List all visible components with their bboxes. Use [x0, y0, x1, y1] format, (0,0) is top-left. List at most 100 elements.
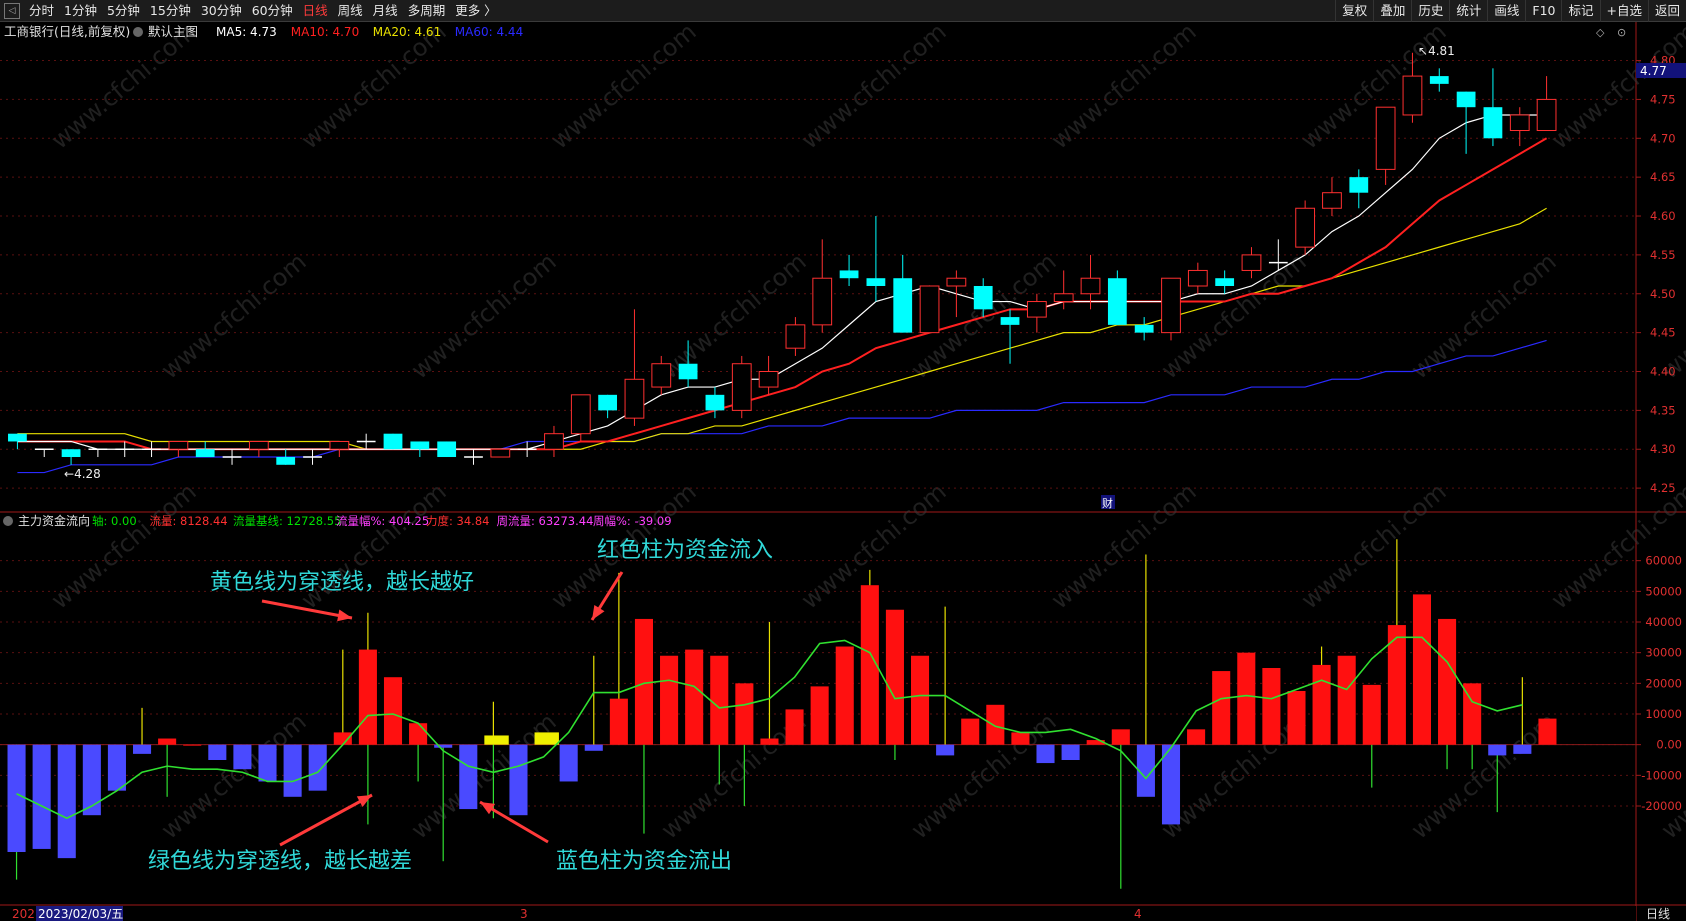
flow-bar — [1061, 744, 1080, 760]
price-tick-label: 4.50 — [1650, 287, 1676, 301]
flow-bar — [1513, 744, 1532, 754]
flow-tick-label: 30000 — [1645, 646, 1682, 660]
indicator-value-2: 流量基线: 12728.55 — [233, 514, 341, 528]
flow-bar — [484, 735, 509, 745]
template-dropdown-icon[interactable] — [133, 27, 143, 37]
price-tick-label: 4.45 — [1650, 326, 1676, 340]
annotation-green-line: 绿色线为穿透线，越长越差 — [148, 849, 412, 874]
flow-bar — [158, 738, 177, 745]
candle — [1107, 270, 1127, 325]
indicator-name[interactable]: 主力资金流向 — [18, 513, 90, 528]
flow-tick-label: -10000 — [1641, 768, 1682, 782]
indicator-value-4: 力度: 34.84 — [426, 514, 489, 528]
selected-date: 2023/02/03/五 — [38, 907, 123, 921]
flow-bar — [910, 655, 930, 745]
candle — [919, 285, 940, 334]
candle — [731, 355, 752, 419]
flow-bar — [107, 744, 126, 791]
annotation-red-bar: 红色柱为资金流入 — [597, 538, 773, 563]
flow-bar — [57, 744, 76, 859]
flow-bar — [509, 744, 528, 816]
flow-bar — [1036, 744, 1055, 764]
finance-event-label: 财 — [1102, 496, 1113, 510]
flow-tick-label: -20000 — [1641, 799, 1682, 813]
ma-legend-3: MA60: 4.44 — [455, 25, 523, 39]
flow-tick-label: 20000 — [1645, 676, 1682, 690]
flow-bar — [559, 744, 578, 782]
flow-bar — [760, 738, 779, 745]
period-label: 日线 — [1646, 907, 1670, 921]
candle — [383, 433, 403, 450]
flow-bar — [132, 744, 152, 754]
flow-bar — [961, 718, 980, 745]
date-axis-start: 202 — [12, 907, 35, 921]
flow-bar — [409, 723, 428, 745]
flow-bar — [1312, 664, 1331, 745]
flow-bar — [358, 649, 377, 745]
flow-bar — [1488, 744, 1507, 756]
flow-bar — [710, 655, 729, 745]
flow-bar — [534, 732, 559, 745]
price-tick-label: 4.30 — [1650, 442, 1676, 456]
price-tick-label: 4.65 — [1650, 170, 1676, 184]
indicator-value-3: 流量幅%: 404.25 — [336, 514, 429, 528]
flow-bar — [82, 744, 101, 816]
flow-tick-label: 40000 — [1645, 615, 1682, 629]
flow-bar — [835, 646, 854, 745]
collapse-icon[interactable]: ◇ — [1596, 26, 1605, 39]
date-axis-month-4: 4 — [1134, 907, 1142, 921]
flow-bar — [1011, 732, 1030, 745]
flow-bar — [609, 698, 628, 745]
flow-bar — [1538, 718, 1557, 745]
price-tick-label: 4.35 — [1650, 403, 1676, 417]
flow-bar — [685, 649, 704, 745]
price-tick-label: 4.40 — [1650, 365, 1676, 379]
flow-bar — [7, 744, 26, 852]
flow-bar — [936, 744, 955, 756]
flow-tick-label: 0.00 — [1656, 738, 1682, 752]
candle — [1295, 200, 1316, 255]
annotation-blue-bar: 蓝色柱为资金流出 — [556, 849, 732, 874]
annotation-yellow-line: 黄色线为穿透线，越长越好 — [210, 570, 474, 595]
indicator-value-5: 周流量: 63273.44 — [497, 514, 594, 528]
flow-bar — [1362, 684, 1381, 745]
ma-legend-1: MA10: 4.70 — [291, 25, 359, 39]
flow-tick-label: 10000 — [1645, 707, 1682, 721]
price-tick-label: 4.60 — [1650, 209, 1676, 223]
flow-bar — [208, 744, 227, 760]
flow-bar — [183, 744, 202, 746]
price-tick-label: 4.55 — [1650, 248, 1676, 262]
flow-bar — [1187, 729, 1206, 745]
date-axis-month-3: 3 — [520, 907, 528, 921]
flow-tick-label: 50000 — [1645, 584, 1682, 598]
low-price-mark: ←4.28 — [64, 467, 101, 481]
main-chart-title: 工商银行(日线,前复权) — [4, 24, 130, 39]
flow-bar — [785, 709, 804, 745]
flow-bar — [308, 744, 327, 791]
flow-bar — [660, 655, 679, 745]
flow-bar — [885, 609, 904, 745]
flow-bar — [283, 744, 302, 797]
flow-bar — [383, 677, 403, 745]
flow-bar — [1262, 668, 1281, 745]
indicator-dropdown-icon[interactable] — [3, 516, 13, 526]
flow-bar — [1212, 671, 1231, 745]
kline-chart[interactable]: www.cfchi.com www.cfchi.com www.cfchi.com w… — [0, 0, 1686, 921]
flow-bar — [584, 744, 603, 751]
flow-bar — [810, 686, 829, 745]
price-tick-label: 4.70 — [1650, 131, 1676, 145]
settings-icon[interactable]: ⊙ — [1617, 26, 1626, 39]
flow-bar — [258, 744, 277, 782]
candle — [437, 441, 457, 458]
flow-bar — [434, 744, 453, 748]
flow-bar — [1237, 652, 1256, 745]
ma-legend-0: MA5: 4.73 — [216, 25, 277, 39]
flow-bar — [1438, 618, 1457, 745]
indicator-value-1: 流量: 8128.44 — [150, 514, 228, 528]
current-price: 4.77 — [1640, 64, 1667, 78]
flow-bar — [1287, 691, 1306, 745]
candle — [1161, 277, 1181, 341]
price-tick-label: 4.25 — [1650, 481, 1676, 495]
flow-bar — [1412, 594, 1432, 745]
template-name[interactable]: 默认主图 — [148, 24, 198, 39]
